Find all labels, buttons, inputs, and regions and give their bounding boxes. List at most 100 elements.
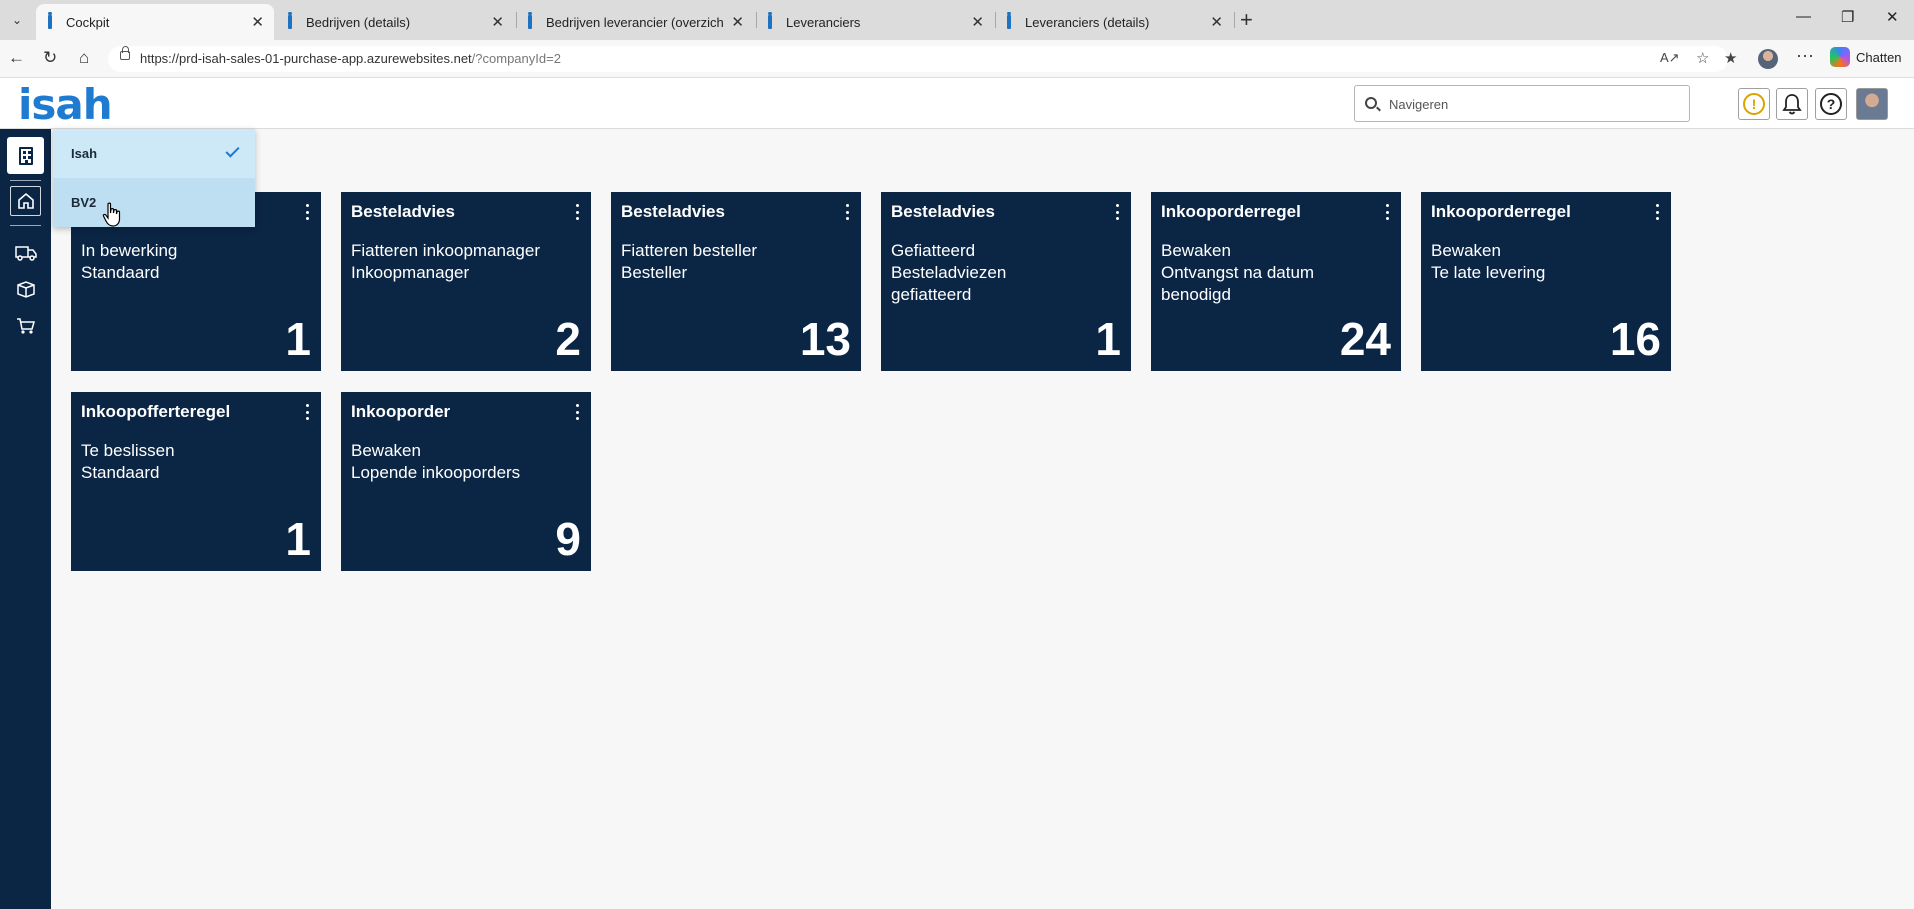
browser-tab-bedrijven-leverancier[interactable]: Bedrijven leverancier (overzicht) ✕ (516, 4, 754, 40)
tile-more-icon[interactable] (1381, 204, 1393, 220)
favorites-list-icon[interactable]: ★ (1724, 49, 1737, 67)
url-field[interactable]: https://prd-isah-sales-01-purchase-app.a… (108, 46, 1728, 72)
tile-title: Besteladvies (891, 202, 995, 221)
warning-icon: ! (1743, 93, 1765, 115)
more-options-icon[interactable]: ⋯ (1796, 46, 1814, 67)
tile-more-icon[interactable] (1651, 204, 1663, 220)
tab-close-icon[interactable]: ✕ (731, 13, 744, 31)
browser-address-bar: ← ↻ ⌂ https://prd-isah-sales-01-purchase… (0, 40, 1914, 78)
tile-description: In bewerking Standaard (81, 241, 178, 282)
cockpit-tile[interactable]: Besteladvies Fiatteren inkoopmanager Inko… (341, 192, 591, 371)
tab-label: Bedrijven leverancier (overzicht) (546, 14, 724, 30)
tile-more-icon[interactable] (301, 204, 313, 220)
cockpit-tile[interactable]: Inkooporderregel Bewaken Te late levering… (1421, 192, 1671, 371)
check-icon (225, 143, 240, 158)
tab-separator (1234, 12, 1235, 28)
cockpit-tile[interactable]: Inkoopofferteregel Te beslissen Standaard… (71, 392, 321, 571)
tile-more-icon[interactable] (571, 404, 583, 420)
tile-count: 9 (555, 513, 581, 565)
close-window-icon[interactable]: ✕ (1886, 8, 1899, 26)
tile-description: Fiatteren besteller Besteller (621, 241, 758, 282)
tab-close-icon[interactable]: ✕ (251, 13, 264, 31)
isah-favicon-icon (48, 12, 52, 29)
back-arrow-icon[interactable]: ← (8, 48, 25, 68)
user-avatar[interactable] (1856, 88, 1888, 120)
bell-icon (1782, 94, 1802, 115)
company-option-isah[interactable]: Isah (53, 129, 255, 178)
tile-more-icon[interactable] (571, 204, 583, 220)
tab-label: Cockpit (66, 14, 110, 30)
restore-window-icon[interactable]: ❐ (1841, 8, 1854, 26)
tile-count: 13 (799, 313, 851, 365)
help-icon: ? (1820, 93, 1842, 115)
browser-tab-leveranciers[interactable]: Leveranciers ✕ (756, 4, 994, 40)
company-option-bv2[interactable]: BV2 (53, 178, 255, 227)
help-button[interactable]: ? (1815, 88, 1847, 120)
company-switch-button[interactable] (7, 137, 44, 174)
navigate-search-input[interactable] (1389, 94, 1679, 114)
tab-close-icon[interactable]: ✕ (491, 13, 504, 31)
tile-title: Inkoopofferteregel (81, 402, 231, 421)
truck-icon (14, 246, 37, 261)
tab-label: Leveranciers (786, 14, 861, 30)
tile-description: Gefiatteerd Besteladviezen gefiatteerd (891, 241, 1007, 304)
url-text: https://prd-isah-sales-01-purchase-app.a… (140, 51, 561, 66)
tile-description: Fiatteren inkoopmanager Inkoopmanager (351, 241, 541, 282)
cockpit-tile[interactable]: Besteladvies Fiatteren besteller Bestelle… (611, 192, 861, 371)
browser-tab-bedrijven-details[interactable]: Bedrijven (details) ✕ (276, 4, 514, 40)
tile-description: Te beslissen Standaard (81, 441, 175, 482)
hand-cursor-icon (102, 202, 121, 227)
lock-icon[interactable] (120, 46, 130, 60)
browser-tab-cockpit[interactable]: Cockpit ✕ (36, 4, 274, 40)
sidebar-item-home[interactable] (10, 186, 41, 216)
minimize-icon[interactable]: — (1796, 8, 1811, 25)
tab-close-icon[interactable]: ✕ (971, 13, 984, 31)
sidebar-item-packages[interactable] (13, 278, 38, 300)
company-option-label: BV2 (71, 195, 97, 210)
tile-more-icon[interactable] (301, 404, 313, 420)
company-option-label: Isah (71, 146, 98, 161)
tab-label: Leveranciers (details) (1025, 14, 1150, 30)
tile-count: 1 (1095, 313, 1121, 365)
tile-count: 2 (555, 313, 581, 365)
tile-title: Besteladvies (351, 202, 455, 221)
tile-title: Inkooporderregel (1431, 202, 1571, 221)
cockpit-tile[interactable]: Besteladvies Gefiatteerd Besteladviezen ge… (881, 192, 1131, 371)
tile-count: 1 (285, 513, 311, 565)
tile-count: 1 (285, 313, 311, 365)
isah-favicon-icon (1007, 12, 1011, 29)
package-icon (16, 281, 35, 298)
tile-count: 24 (1339, 313, 1391, 365)
new-tab-plus-icon[interactable]: + (1240, 8, 1253, 32)
tile-title: Inkooporder (351, 402, 451, 421)
tile-description: Bewaken Ontvangst na datum benodigd (1161, 241, 1315, 304)
sidebar-item-delivery[interactable] (13, 242, 38, 264)
copilot-chat-button[interactable]: Chatten (1830, 47, 1902, 67)
sidebar-divider (10, 225, 41, 226)
home-icon[interactable]: ⌂ (79, 48, 89, 68)
tab-actions-chevron-icon[interactable]: ⌄ (6, 10, 28, 30)
sidebar-item-purchase[interactable] (13, 315, 38, 337)
browser-profile-avatar[interactable] (1758, 49, 1778, 69)
isah-favicon-icon (528, 12, 532, 29)
app-header: isah ! ? (0, 78, 1914, 129)
tile-more-icon[interactable] (841, 204, 853, 220)
refresh-icon[interactable]: ↻ (43, 48, 57, 68)
home-icon (17, 192, 34, 209)
cockpit-tile[interactable]: Inkooporderregel Bewaken Ontvangst na dat… (1151, 192, 1401, 371)
tile-more-icon[interactable] (1111, 204, 1123, 220)
favorite-star-icon[interactable]: ☆ (1696, 49, 1709, 67)
navigate-search-box[interactable] (1354, 85, 1690, 122)
sidebar-divider (10, 180, 41, 181)
building-icon (18, 146, 33, 165)
tab-close-icon[interactable]: ✕ (1210, 13, 1223, 31)
isah-logo[interactable]: isah (18, 80, 113, 129)
tile-title: Besteladvies (621, 202, 725, 221)
search-icon (1365, 97, 1377, 109)
tile-description: Bewaken Te late levering (1431, 241, 1546, 282)
browser-tab-leveranciers-details[interactable]: Leveranciers (details) ✕ (995, 4, 1233, 40)
read-aloud-icon[interactable]: A↗ (1660, 50, 1680, 66)
warnings-button[interactable]: ! (1738, 88, 1770, 120)
cockpit-tile[interactable]: Inkooporder Bewaken Lopende inkooporders … (341, 392, 591, 571)
notifications-button[interactable] (1776, 88, 1808, 120)
